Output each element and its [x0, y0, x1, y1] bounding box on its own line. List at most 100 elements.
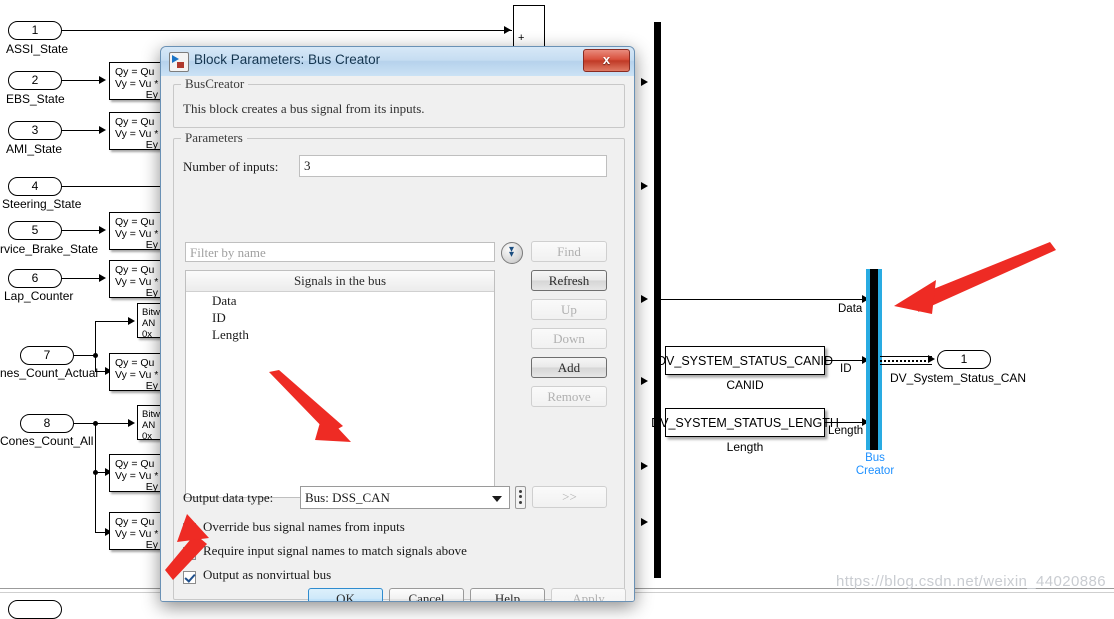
- data-type-assistant-button[interactable]: >>: [532, 486, 607, 508]
- filter-input[interactable]: Filter by name: [185, 242, 495, 262]
- input-port-1[interactable]: 1: [8, 21, 62, 40]
- ok-button[interactable]: OK: [308, 588, 383, 601]
- input-port-6[interactable]: 6: [8, 269, 62, 288]
- input-port-4[interactable]: 4: [8, 177, 62, 196]
- wire-port-3: [62, 130, 102, 132]
- input-port-1-label: ASSI_State: [6, 42, 69, 56]
- bus-creator-block[interactable]: [870, 269, 878, 450]
- remove-button[interactable]: Remove: [531, 386, 607, 407]
- signal-label-data: Data: [838, 303, 863, 315]
- busbar-arrow-1: [641, 78, 648, 86]
- signals-list-header: Signals in the bus: [186, 271, 494, 292]
- output-data-type-combo[interactable]: Bus: DSS_CAN: [300, 486, 510, 509]
- output-as-nonvirtual-bus-checkbox[interactable]: [183, 571, 196, 584]
- dialog-titlebar[interactable]: Block Parameters: Bus Creator x: [161, 47, 634, 77]
- wire-arrow-7a: [128, 317, 135, 325]
- add-button[interactable]: Add: [531, 357, 607, 378]
- down-button[interactable]: Down: [531, 328, 607, 349]
- constant-block-canid[interactable]: DV_SYSTEM_STATUS_CANID: [657, 346, 833, 375]
- output-port-1-label: DV_System_Status_CAN: [890, 371, 1027, 385]
- input-port-7[interactable]: 7: [20, 346, 74, 365]
- input-port-3[interactable]: 3: [8, 121, 62, 140]
- busbar-arrow-5: [641, 462, 648, 470]
- override-bus-signal-names-checkbox[interactable]: [183, 523, 196, 536]
- list-item[interactable]: ID: [186, 309, 494, 326]
- require-input-signal-names-checkbox[interactable]: [183, 547, 196, 560]
- wire-port-7-up: [95, 321, 97, 356]
- wire-arrow-6: [99, 274, 106, 282]
- up-button[interactable]: Up: [531, 299, 607, 320]
- signal-label-length: Length: [828, 425, 864, 437]
- list-item[interactable]: Length: [186, 326, 494, 343]
- bus-creator-label-line1: Bus: [865, 452, 885, 464]
- wire-canid: [825, 360, 866, 362]
- simulink-block-icon: [169, 52, 189, 72]
- busbar-arrow-3: [641, 295, 648, 303]
- input-port-3-label: AMI_State: [6, 142, 63, 156]
- wire-arrow-3: [99, 126, 106, 134]
- input-port-6-label: Lap_Counter: [4, 289, 74, 303]
- close-icon[interactable]: x: [583, 49, 630, 72]
- require-input-signal-names-label: Require input signal names to match sign…: [203, 543, 467, 558]
- input-port-2-label: EBS_State: [6, 92, 65, 106]
- wire-junction-8b: [93, 470, 98, 475]
- wire-length: [825, 422, 866, 424]
- cancel-button[interactable]: Cancel: [389, 588, 464, 601]
- wire-port-2: [62, 80, 102, 82]
- input-port-7-label: nes_Count_Actual: [0, 366, 99, 380]
- wire-port-8: [74, 423, 132, 425]
- wire-port-7-dn: [95, 355, 97, 372]
- input-port-2[interactable]: 2: [8, 71, 62, 90]
- number-of-inputs-label: Number of inputs:: [183, 159, 279, 174]
- wire-port-8-v: [95, 423, 97, 533]
- wire-port-7-up-h: [95, 321, 130, 323]
- wire-arrow-5: [99, 226, 106, 234]
- dialog-body: BusCreator This block creates a bus sign…: [161, 76, 634, 601]
- input-port-5[interactable]: 5: [8, 221, 62, 240]
- output-as-nonvirtual-bus-label: Output as nonvirtual bus: [203, 567, 332, 582]
- help-button[interactable]: Help: [470, 588, 545, 601]
- description-group-title: BusCreator: [181, 76, 249, 92]
- busbar-arrow-2: [641, 182, 648, 190]
- bus-creator-label-line2: Creator: [855, 464, 895, 477]
- list-item[interactable]: Data: [186, 292, 494, 309]
- chevron-down-icon[interactable]: ▾ ▾: [501, 242, 523, 264]
- bus-output-wire: [880, 356, 932, 365]
- output-port-1[interactable]: 1: [937, 350, 991, 369]
- wire-arrow-8a: [128, 419, 135, 427]
- constant-caption-length: Length: [726, 440, 764, 454]
- constant-block-length[interactable]: DV_SYSTEM_STATUS_LENGTH: [651, 408, 839, 437]
- wire-port-6: [62, 278, 102, 280]
- busbar-arrow-4: [641, 377, 648, 385]
- wire-arrow-sum: [504, 26, 511, 34]
- output-data-type-label: Output data type:: [183, 490, 274, 505]
- output-data-type-value: Bus: DSS_CAN: [305, 490, 390, 505]
- data-type-options-button[interactable]: [515, 486, 526, 509]
- input-port-8[interactable]: 8: [20, 414, 74, 433]
- signals-listbox[interactable]: Signals in the bus Data ID Length: [185, 270, 495, 498]
- input-port-8-label: Cones_Count_All: [0, 434, 94, 448]
- apply-button[interactable]: Apply: [551, 588, 626, 601]
- signal-label-id: ID: [840, 363, 852, 375]
- wire-arrow-2: [99, 76, 106, 84]
- input-port-4-label: Steering_State: [2, 197, 82, 211]
- block-parameters-dialog[interactable]: Block Parameters: Bus Creator x BusCreat…: [160, 46, 635, 602]
- override-bus-signal-names-label: Override bus signal names from inputs: [203, 519, 405, 534]
- input-port-5-label: rvice_Brake_State: [0, 242, 99, 256]
- wire-port-5: [62, 230, 102, 232]
- wire-data-to-buscreator: [661, 299, 866, 301]
- bus-bar-main[interactable]: [654, 22, 661, 578]
- bus-output-arrow: [928, 355, 935, 363]
- description-text: This block creates a bus signal from its…: [183, 101, 425, 116]
- find-button[interactable]: Find: [531, 241, 607, 262]
- chevron-down-icon[interactable]: [492, 496, 502, 502]
- number-of-inputs-input[interactable]: 3: [299, 155, 607, 177]
- chevron-glyph: ▾ ▾: [508, 244, 515, 260]
- bottom-partial-port[interactable]: [8, 600, 62, 619]
- bus-creator-label: Bus Creator: [845, 452, 905, 477]
- parameters-group-title: Parameters: [181, 130, 247, 146]
- busbar-arrow-6: [641, 518, 648, 526]
- refresh-button[interactable]: Refresh: [531, 270, 607, 291]
- dialog-title: Block Parameters: Bus Creator: [194, 52, 381, 67]
- wire-port-1: [62, 30, 512, 32]
